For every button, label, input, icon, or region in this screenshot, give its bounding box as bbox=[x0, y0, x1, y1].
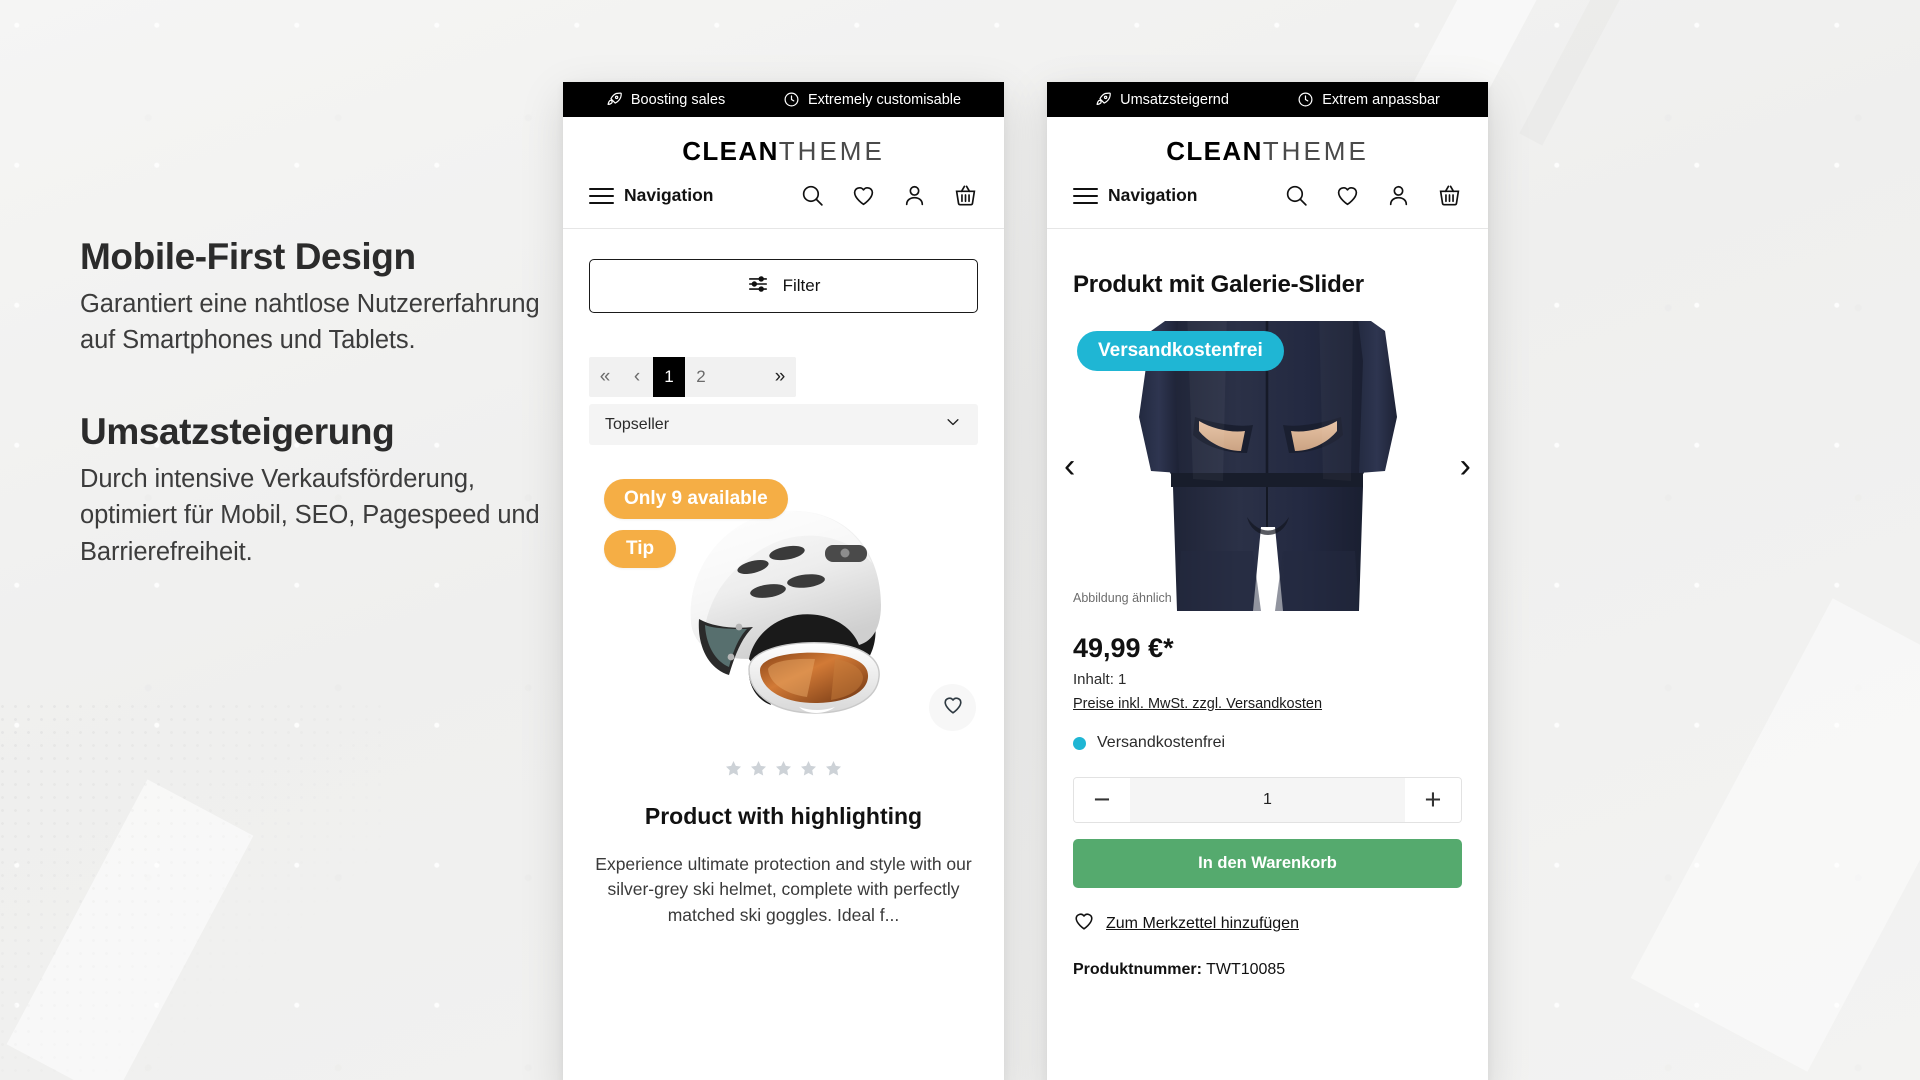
gallery-next-arrow[interactable]: › bbox=[1460, 449, 1471, 483]
quantity-stepper: − 1 + bbox=[1073, 777, 1462, 823]
background-dot-pattern bbox=[0, 700, 390, 1080]
navigation-label: Navigation bbox=[624, 185, 714, 205]
feature-block-mobile-first: Mobile-First Design Garantiert eine naht… bbox=[80, 236, 550, 358]
badge-tip: Tip bbox=[604, 530, 677, 568]
basket-icon[interactable] bbox=[1437, 183, 1462, 208]
navigation-bar: Navigation bbox=[563, 167, 1004, 229]
filter-label: Filter bbox=[782, 276, 821, 295]
star-icon bbox=[824, 759, 843, 783]
tax-shipping-note-link[interactable]: Preise inkl. MwSt. zzgl. Versandkosten bbox=[1073, 696, 1322, 712]
navigation-icons bbox=[1284, 183, 1462, 208]
product-number-row: Produktnummer: TWT10085 bbox=[1073, 961, 1462, 979]
phone-mockup-detail: Umsatzsteigernd Extrem anpassbar CLEANTH… bbox=[1047, 82, 1488, 1080]
navigation-icons bbox=[800, 183, 978, 208]
topbar-item-anpassbar: Extrem anpassbar bbox=[1297, 91, 1440, 108]
feature-heading: Umsatzsteigerung bbox=[80, 411, 395, 453]
product-price: 49,99 €* bbox=[1073, 633, 1174, 663]
sliders-icon bbox=[747, 273, 769, 300]
image-disclaimer: Abbildung ähnlich bbox=[1073, 591, 1172, 605]
heart-icon bbox=[1073, 910, 1095, 937]
search-icon[interactable] bbox=[800, 183, 825, 208]
pagination: « ‹ 1 2 » bbox=[589, 357, 796, 397]
rocket-icon bbox=[1095, 91, 1112, 108]
add-to-cart-button[interactable]: In den Warenkorb bbox=[1073, 839, 1462, 888]
add-to-wishlist-link[interactable]: Zum Merkzettel hinzufügen bbox=[1073, 910, 1462, 937]
star-icon bbox=[799, 759, 818, 783]
brand-logo[interactable]: CLEANTHEME bbox=[563, 117, 1004, 167]
navigation-menu-button[interactable]: Navigation bbox=[589, 185, 713, 206]
quantity-increase-button[interactable]: + bbox=[1405, 778, 1461, 822]
product-wishlist-button[interactable] bbox=[929, 684, 976, 731]
badge-stock: Only 9 available bbox=[604, 479, 788, 519]
navigation-bar: Navigation bbox=[1047, 167, 1488, 229]
pagination-page-1[interactable]: 1 bbox=[653, 357, 685, 397]
topbar-item-umsatzsteigernd: Umsatzsteigernd bbox=[1095, 91, 1229, 108]
status-dot bbox=[1073, 736, 1086, 750]
product-title[interactable]: Product with highlighting bbox=[563, 803, 1004, 830]
topbar-item-customisable: Extremely customisable bbox=[783, 91, 961, 108]
wishlist-label: Zum Merkzettel hinzufügen bbox=[1106, 914, 1299, 932]
hamburger-icon bbox=[589, 187, 614, 204]
topbar-label: Boosting sales bbox=[630, 91, 726, 108]
search-icon[interactable] bbox=[1284, 183, 1309, 208]
rocket-icon bbox=[606, 91, 623, 108]
feature-block-umsatzsteigerung: Umsatzsteigerung Durch intensive Verkauf… bbox=[80, 411, 550, 570]
phone-mockup-listing: Boosting sales Extremely customisable CL… bbox=[563, 82, 1004, 1080]
feature-body: Garantiert eine nahtlose Nutzererfahrung… bbox=[80, 289, 540, 354]
brand-logo[interactable]: CLEANTHEME bbox=[1047, 117, 1488, 167]
product-content: Inhalt: 1 bbox=[1073, 671, 1127, 688]
heart-icon bbox=[942, 694, 964, 721]
star-icon bbox=[724, 759, 743, 783]
navigation-menu-button[interactable]: Navigation bbox=[1073, 185, 1197, 206]
sort-value: Topseller bbox=[605, 415, 670, 433]
product-image-area[interactable]: Only 9 available Tip bbox=[563, 469, 1004, 737]
logo-bold: CLEAN bbox=[682, 136, 779, 166]
logo-light: THEME bbox=[778, 136, 885, 166]
product-badges: Only 9 available Tip bbox=[604, 479, 788, 579]
hamburger-icon bbox=[1073, 187, 1098, 204]
quantity-input[interactable]: 1 bbox=[1130, 778, 1405, 822]
sort-select[interactable]: Topseller bbox=[589, 404, 978, 445]
product-number-value: TWT10085 bbox=[1206, 961, 1286, 978]
logo-bold: CLEAN bbox=[1166, 136, 1263, 166]
feature-body: Durch intensive Verkaufsförderung, optim… bbox=[80, 465, 540, 566]
feature-heading: Mobile-First Design bbox=[80, 236, 416, 277]
topbar-item-boosting-sales: Boosting sales bbox=[606, 91, 725, 108]
star-icon bbox=[774, 759, 793, 783]
navigation-label: Navigation bbox=[1108, 185, 1198, 205]
topbar-label: Extremely customisable bbox=[807, 91, 962, 108]
promo-topbar: Umsatzsteigernd Extrem anpassbar bbox=[1047, 82, 1488, 117]
clock-icon bbox=[1297, 91, 1314, 108]
filter-button[interactable]: Filter bbox=[589, 259, 978, 313]
chevron-down-icon bbox=[944, 413, 962, 436]
clock-icon bbox=[783, 91, 800, 108]
heart-icon[interactable] bbox=[1335, 183, 1360, 208]
badge-free-shipping: Versandkostenfrei bbox=[1077, 331, 1284, 371]
star-icon bbox=[749, 759, 768, 783]
pagination-page-2[interactable]: 2 bbox=[685, 357, 717, 397]
user-icon[interactable] bbox=[1386, 183, 1411, 208]
product-rating bbox=[563, 759, 1004, 783]
basket-icon[interactable] bbox=[953, 183, 978, 208]
product-description: Experience ultimate protection and style… bbox=[595, 854, 972, 925]
availability-row: Versandkostenfrei bbox=[1073, 734, 1462, 752]
promo-topbar: Boosting sales Extremely customisable bbox=[563, 82, 1004, 117]
product-number-label: Produktnummer: bbox=[1073, 961, 1202, 978]
product-gallery[interactable]: Versandkostenfrei ‹ › Abbildung ähnlich bbox=[1047, 321, 1488, 611]
pagination-last[interactable]: » bbox=[764, 357, 796, 397]
heart-icon[interactable] bbox=[851, 183, 876, 208]
feature-copy-column: Mobile-First Design Garantiert eine naht… bbox=[80, 236, 550, 570]
availability-label: Versandkostenfrei bbox=[1097, 734, 1226, 751]
gallery-prev-arrow[interactable]: ‹ bbox=[1064, 449, 1075, 483]
pagination-prev[interactable]: ‹ bbox=[621, 357, 653, 397]
logo-light: THEME bbox=[1262, 136, 1369, 166]
product-detail-title: Produkt mit Galerie-Slider bbox=[1073, 271, 1364, 298]
topbar-label: Umsatzsteigernd bbox=[1120, 91, 1229, 108]
user-icon[interactable] bbox=[902, 183, 927, 208]
quantity-decrease-button[interactable]: − bbox=[1074, 778, 1130, 822]
topbar-label: Extrem anpassbar bbox=[1322, 91, 1440, 108]
pagination-first[interactable]: « bbox=[589, 357, 621, 397]
